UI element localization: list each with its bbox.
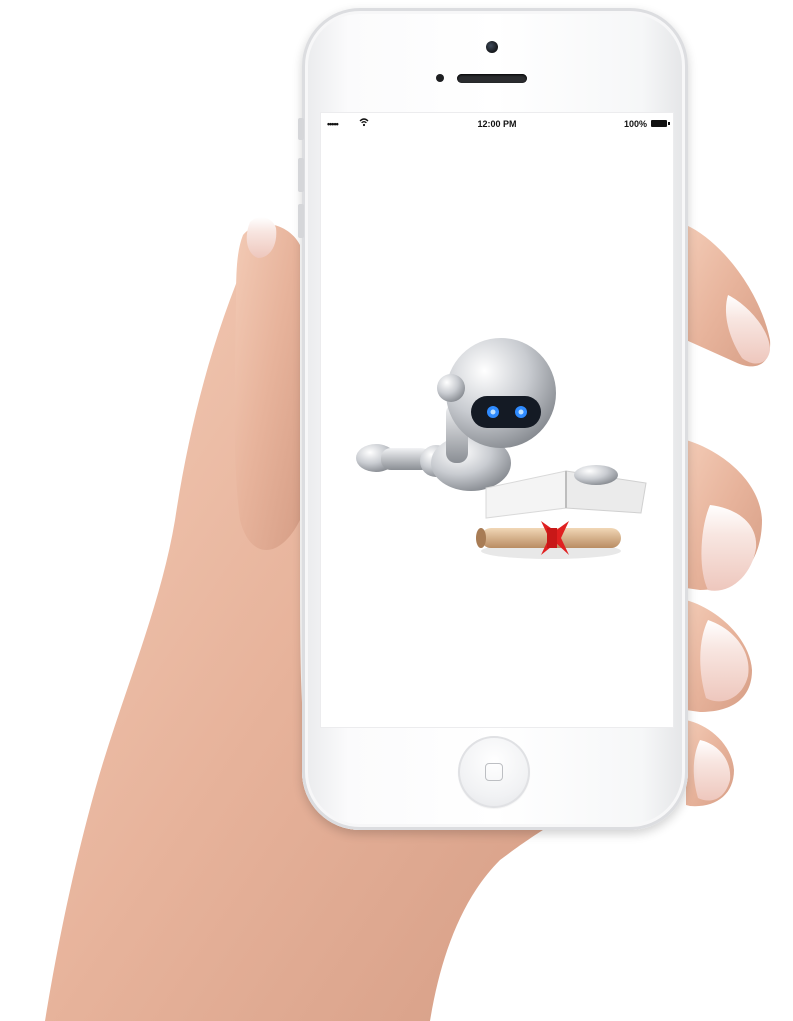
volume-down-button[interactable]	[298, 204, 304, 238]
front-camera	[486, 41, 498, 53]
battery-icon	[651, 120, 670, 127]
status-time: 12:00 PM	[477, 119, 517, 129]
screen[interactable]: ••••• 12:00 PM 100%	[320, 112, 674, 728]
robot-reading-image	[356, 338, 647, 559]
mute-switch[interactable]	[298, 118, 304, 140]
thumb	[234, 224, 300, 550]
earpiece-speaker	[457, 74, 527, 83]
home-button[interactable]	[458, 736, 530, 808]
volume-up-button[interactable]	[298, 158, 304, 192]
battery-percentage: 100%	[623, 119, 647, 129]
diploma-scroll	[476, 521, 621, 559]
open-book	[485, 470, 647, 519]
status-bar: ••••• 12:00 PM 100%	[321, 113, 673, 133]
home-button-square-icon	[485, 763, 503, 781]
robot-right-hand	[574, 465, 618, 485]
phone: ••••• 12:00 PM 100%	[298, 8, 688, 830]
finger-3-nail	[700, 620, 749, 702]
proximity-sensor	[436, 74, 444, 82]
